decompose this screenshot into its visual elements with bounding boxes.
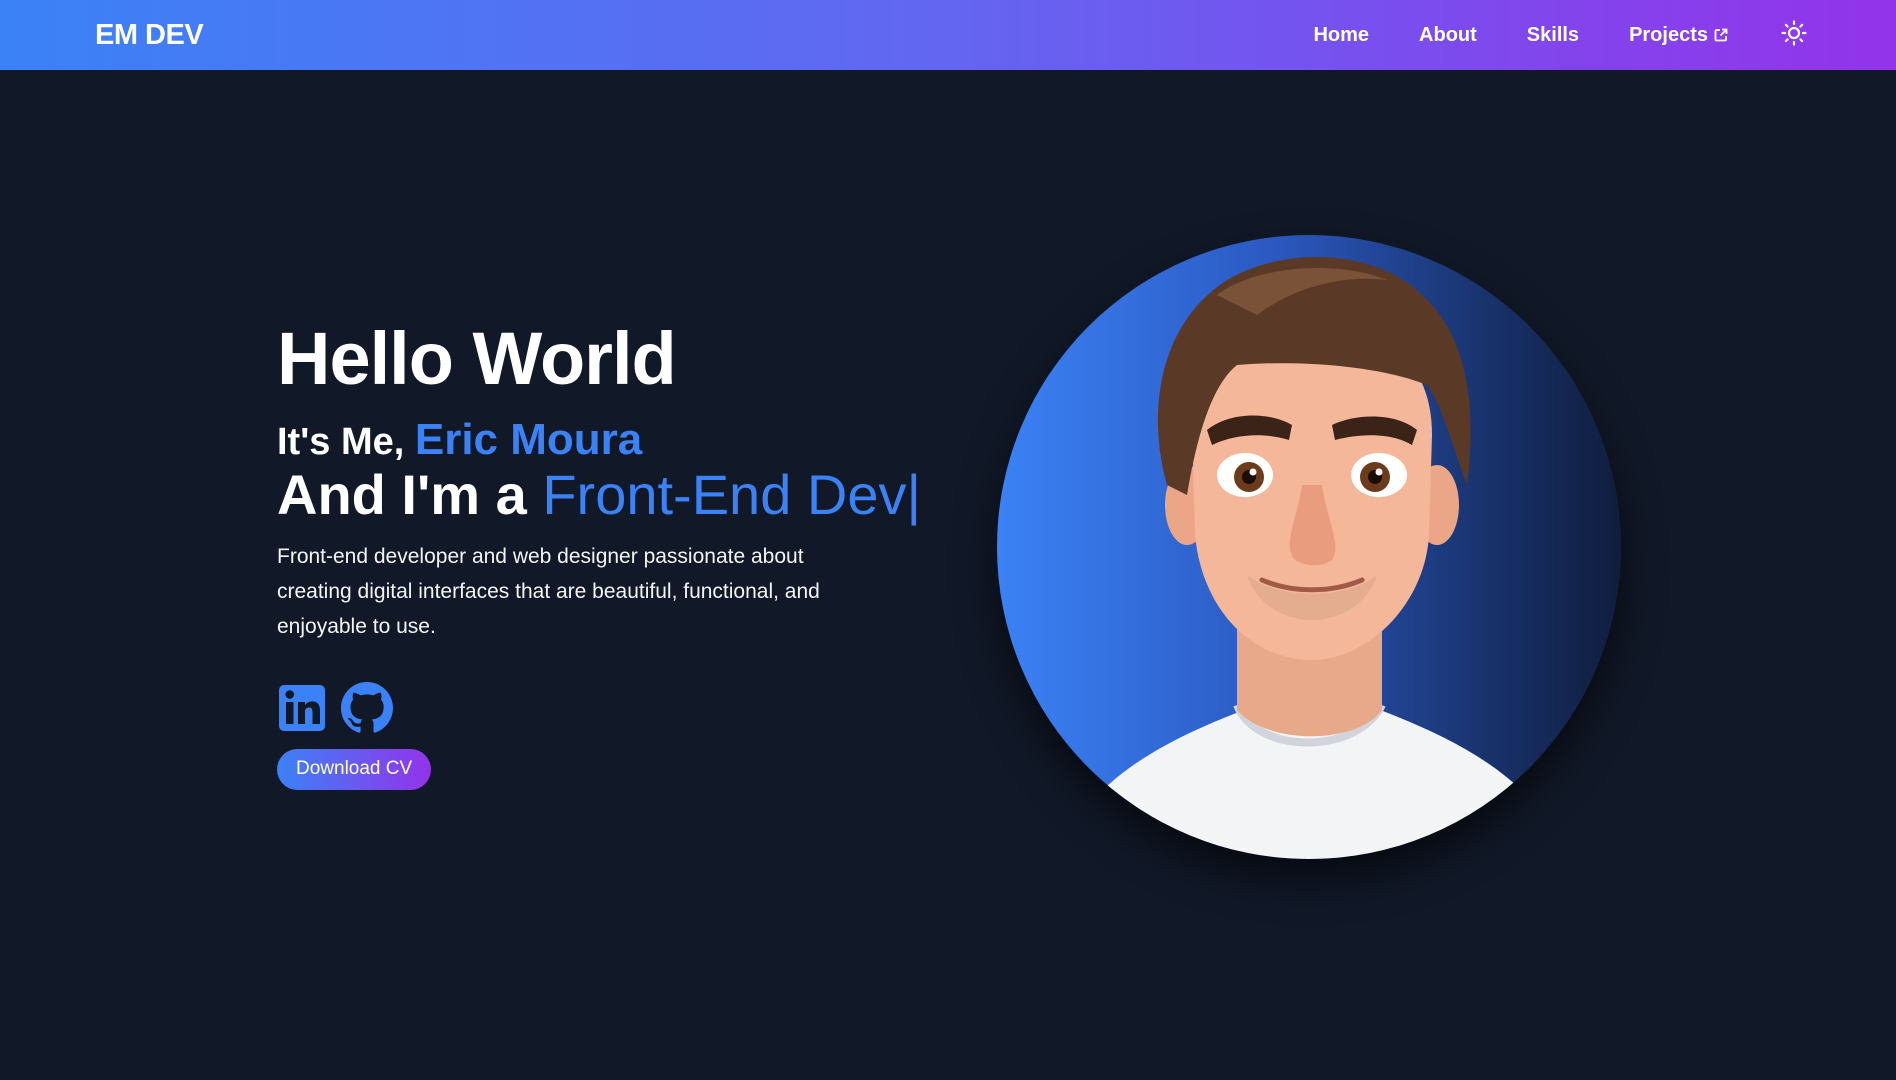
hero-description: Front-end developer and web designer pas… — [277, 544, 820, 638]
avatar-illustration — [1057, 257, 1567, 859]
hero-intro: It's Me, Eric Moura — [277, 418, 977, 462]
download-cv-button[interactable]: Download CV — [277, 748, 432, 790]
linkedin-link[interactable] — [277, 683, 327, 738]
typing-cursor: | — [906, 463, 922, 526]
nav-home-link[interactable]: Home — [1313, 24, 1369, 47]
nav-skills-link[interactable]: Skills — [1527, 24, 1579, 47]
hero-role-prefix: And I'm a — [277, 463, 543, 526]
hero-role: And I'm a Front-End Dev| — [277, 463, 977, 526]
nav-projects-link[interactable]: Projects — [1629, 24, 1728, 47]
theme-toggle-button[interactable] — [1780, 19, 1808, 51]
linkedin-icon — [277, 683, 327, 738]
hero-role-typed: Front-End Dev — [542, 463, 907, 526]
brand-logo[interactable]: EM DEV — [95, 0, 204, 70]
hero-section: Hello World It's Me, Eric Moura And I'm … — [277, 322, 977, 790]
navbar: EM DEV Home About Skills Projects — [0, 0, 1896, 70]
hero-greeting: Hello World — [277, 317, 677, 400]
hero-intro-prefix: It's Me, — [277, 421, 415, 463]
nav-links: Home About Skills Projects — [1313, 0, 1808, 70]
hero-name: Eric Moura — [414, 415, 643, 464]
profile-avatar — [997, 235, 1621, 859]
nav-projects-label: Projects — [1629, 23, 1708, 46]
nav-about-link[interactable]: About — [1419, 24, 1477, 47]
github-link[interactable] — [341, 681, 393, 739]
github-icon — [341, 681, 393, 739]
external-link-icon — [1714, 28, 1728, 42]
social-links — [277, 681, 977, 739]
sun-icon — [1781, 19, 1807, 51]
